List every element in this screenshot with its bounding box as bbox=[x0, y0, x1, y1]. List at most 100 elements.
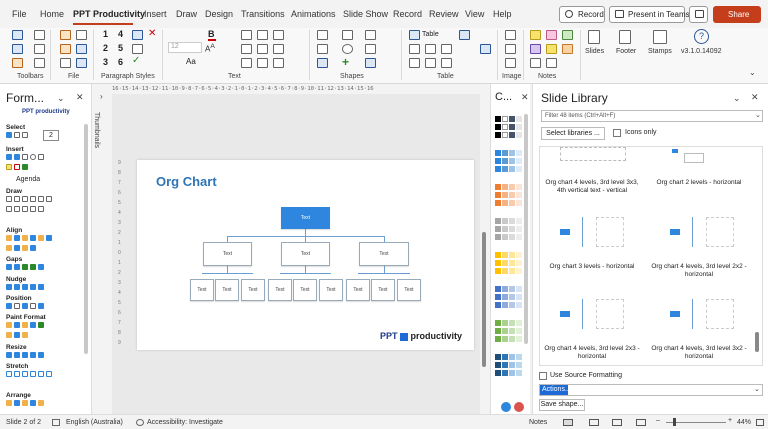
align-icon-1[interactable] bbox=[6, 235, 12, 241]
close-icon[interactable]: ✕ bbox=[751, 92, 759, 103]
slide[interactable]: Org Chart Text Text Text Text Text Text … bbox=[137, 160, 474, 350]
org-box-level3[interactable]: Text bbox=[190, 279, 214, 301]
position-icon-4[interactable] bbox=[30, 303, 36, 309]
org-box-level2[interactable]: Text bbox=[281, 242, 330, 266]
color-swatch[interactable] bbox=[509, 116, 515, 122]
table-split-icon[interactable] bbox=[409, 58, 420, 68]
color-swatch[interactable] bbox=[502, 294, 508, 300]
file-icon-4[interactable] bbox=[76, 44, 87, 54]
stretch-icon-1[interactable] bbox=[6, 371, 12, 377]
insert-icon-8[interactable] bbox=[22, 164, 28, 170]
spellcheck-icon[interactable] bbox=[52, 419, 60, 426]
color-swatch[interactable] bbox=[509, 184, 515, 190]
color-swatch[interactable] bbox=[516, 218, 522, 224]
bold-icon[interactable]: B bbox=[208, 29, 215, 39]
paint-icon-7[interactable] bbox=[14, 332, 20, 338]
accessibility-icon[interactable] bbox=[136, 419, 144, 426]
table-label[interactable]: Table bbox=[422, 31, 439, 38]
org-box-level3[interactable]: Text bbox=[241, 279, 265, 301]
paint-icon-6[interactable] bbox=[6, 332, 12, 338]
select-count-input[interactable]: 2 bbox=[43, 130, 59, 141]
color-swatch[interactable] bbox=[495, 124, 501, 130]
color-swatch[interactable] bbox=[516, 116, 522, 122]
color-swatch[interactable] bbox=[509, 252, 515, 258]
slide-sorter-icon[interactable] bbox=[589, 419, 599, 426]
toolbar-icon-2[interactable] bbox=[34, 30, 45, 40]
remove-color-icon[interactable] bbox=[514, 402, 524, 412]
align-icon-2[interactable] bbox=[14, 235, 20, 241]
color-swatch[interactable] bbox=[516, 328, 522, 334]
image-crop-icon[interactable] bbox=[505, 30, 516, 40]
resize-icon-2[interactable] bbox=[14, 352, 20, 358]
normal-view-icon[interactable] bbox=[563, 419, 573, 426]
arrange-icon-5[interactable] bbox=[38, 400, 44, 406]
notes-icon-8[interactable] bbox=[546, 58, 557, 68]
color-swatch[interactable] bbox=[516, 362, 522, 368]
color-swatch[interactable] bbox=[495, 226, 501, 232]
file-icon-6[interactable] bbox=[76, 58, 87, 68]
menu-insert[interactable]: Insert bbox=[144, 9, 167, 19]
resize-icon-3[interactable] bbox=[22, 352, 28, 358]
canvas-scrollbar-thumb[interactable] bbox=[482, 232, 486, 367]
color-swatch[interactable] bbox=[502, 218, 508, 224]
valign-middle-icon[interactable] bbox=[257, 44, 268, 54]
color-swatch[interactable] bbox=[509, 200, 515, 206]
resize-icon-1[interactable] bbox=[6, 352, 12, 358]
valign-bottom-icon[interactable] bbox=[273, 44, 284, 54]
color-swatch[interactable] bbox=[516, 252, 522, 258]
menu-record[interactable]: Record bbox=[393, 9, 422, 19]
library-thumbnail[interactable] bbox=[560, 295, 626, 335]
color-swatch[interactable] bbox=[495, 328, 501, 334]
zoom-slider-thumb[interactable] bbox=[673, 418, 676, 426]
align-left-icon[interactable] bbox=[241, 30, 252, 40]
stretch-icon-3[interactable] bbox=[22, 371, 28, 377]
toolbar-icon-4[interactable] bbox=[34, 44, 45, 54]
color-swatch[interactable] bbox=[502, 252, 508, 258]
org-box-level3[interactable]: Text bbox=[346, 279, 370, 301]
color-swatch[interactable] bbox=[509, 268, 515, 274]
draw-icon-1[interactable] bbox=[6, 196, 12, 202]
check-icon[interactable]: ✓ bbox=[132, 55, 140, 66]
align-icon-9[interactable] bbox=[22, 245, 28, 251]
color-swatch[interactable] bbox=[495, 336, 501, 342]
color-swatch[interactable] bbox=[502, 302, 508, 308]
color-swatch[interactable] bbox=[502, 226, 508, 232]
file-icon-3[interactable] bbox=[60, 44, 71, 54]
nudge-icon-3[interactable] bbox=[22, 284, 28, 290]
pane-options-icon[interactable]: ⌄ bbox=[57, 93, 65, 104]
sticky-note-green-icon[interactable] bbox=[562, 30, 573, 40]
align-icon-10[interactable] bbox=[30, 245, 36, 251]
format-pane-scrollbar[interactable] bbox=[84, 124, 88, 354]
text-option-icon-3[interactable] bbox=[273, 58, 284, 68]
close-icon[interactable]: ✕ bbox=[76, 92, 84, 103]
font-size-box[interactable]: 12 bbox=[168, 42, 202, 53]
color-swatch[interactable] bbox=[516, 132, 522, 138]
help-question-icon[interactable]: ? bbox=[694, 29, 709, 44]
menu-view[interactable]: View bbox=[465, 9, 484, 19]
resize-icon-5[interactable] bbox=[38, 352, 44, 358]
align-right-icon[interactable] bbox=[273, 30, 284, 40]
color-swatch[interactable] bbox=[502, 124, 508, 130]
color-swatch[interactable] bbox=[516, 370, 522, 376]
library-item-label[interactable]: Org chart 4 levels, 3rd level 3x3, 4th v… bbox=[540, 179, 644, 195]
org-box-level2[interactable]: Text bbox=[359, 242, 409, 266]
color-swatch[interactable] bbox=[509, 354, 515, 360]
select-libraries-button[interactable]: Select libraries ... bbox=[541, 127, 605, 140]
share-button[interactable]: Share bbox=[713, 6, 761, 23]
menu-transitions[interactable]: Transitions bbox=[241, 9, 285, 19]
color-swatch[interactable] bbox=[509, 150, 515, 156]
color-swatch[interactable] bbox=[502, 328, 508, 334]
color-swatch[interactable] bbox=[495, 302, 501, 308]
color-swatch[interactable] bbox=[509, 302, 515, 308]
color-swatch[interactable] bbox=[495, 320, 501, 326]
menu-help[interactable]: Help bbox=[493, 9, 512, 19]
color-swatch[interactable] bbox=[509, 336, 515, 342]
paint-icon-4[interactable] bbox=[30, 322, 36, 328]
paint-icon-3[interactable] bbox=[22, 322, 28, 328]
menu-draw[interactable]: Draw bbox=[176, 9, 197, 19]
menu-review[interactable]: Review bbox=[429, 9, 459, 19]
gaps-icon-4[interactable] bbox=[30, 264, 36, 270]
position-icon-1[interactable] bbox=[6, 303, 12, 309]
library-item-label[interactable]: Org chart 3 levels - horizontal bbox=[540, 263, 644, 271]
add-color-icon[interactable] bbox=[501, 402, 511, 412]
